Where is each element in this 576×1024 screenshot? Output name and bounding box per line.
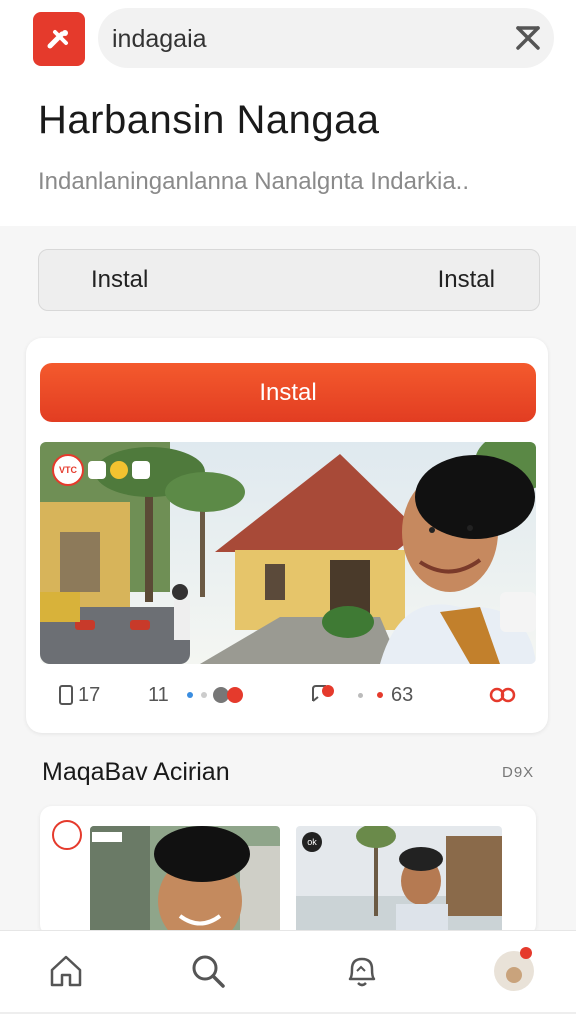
- search-icon: [192, 955, 225, 988]
- dot-indicator-icon: [200, 692, 207, 698]
- nav-home[interactable]: [44, 949, 88, 993]
- avatar: [494, 947, 534, 991]
- bell-icon: [348, 957, 376, 987]
- header: Harbansin Nangaa Indanlaninganlanna Nana…: [0, 80, 576, 226]
- recommendation-card[interactable]: ok: [40, 806, 536, 936]
- phone-icon: [59, 685, 73, 705]
- app-logo[interactable]: [33, 12, 85, 66]
- nav-notifications[interactable]: [340, 949, 384, 993]
- nav-profile[interactable]: [492, 947, 536, 993]
- clear-icon[interactable]: [512, 22, 544, 54]
- thumbnail[interactable]: [90, 826, 280, 936]
- app-card: Instal VTC 17 11 63: [26, 338, 548, 733]
- home-icon: [50, 955, 82, 987]
- dot-indicator-icon: [186, 692, 193, 698]
- comments-stat[interactable]: 63: [310, 678, 413, 712]
- likes-stat[interactable]: 11: [148, 678, 243, 712]
- shares-count: 63: [391, 683, 414, 706]
- install-button[interactable]: Instal: [40, 363, 536, 422]
- preview-image[interactable]: VTC: [40, 442, 536, 664]
- section-title: MaqaBav Acirian: [42, 758, 230, 786]
- avatar-face: [506, 967, 522, 983]
- alert-badge-icon: [226, 687, 243, 703]
- install-left-button[interactable]: Instal: [91, 250, 148, 310]
- page-subtitle: Indanlaninganlanna Nanalgnta Indarkia..: [38, 168, 470, 195]
- home-indicator: [0, 1012, 576, 1014]
- bottom-navigation: [0, 930, 576, 1024]
- photo-overlay-badges: VTC: [52, 454, 150, 486]
- thumb-label: [92, 832, 122, 842]
- install-right-button[interactable]: Instal: [438, 250, 495, 310]
- likes-count: 11: [148, 683, 169, 706]
- channel-badge: [52, 820, 82, 850]
- info-chip-icon: [88, 461, 106, 479]
- tools-icon: [47, 30, 68, 49]
- notification-dot: [520, 947, 532, 959]
- search-input[interactable]: indagaia: [112, 25, 207, 54]
- dot-indicator-icon: [377, 692, 383, 698]
- face-icon: [132, 461, 150, 479]
- thumbnail[interactable]: ok: [296, 826, 502, 936]
- stats-row: 17 11 63: [40, 678, 536, 712]
- badge-icon: ok: [302, 832, 322, 852]
- views-stat[interactable]: 17: [58, 678, 100, 712]
- search-bar[interactable]: indagaia: [98, 8, 554, 68]
- share-button[interactable]: [488, 678, 518, 712]
- emoji-icon: [110, 461, 128, 479]
- link-icon: [489, 687, 516, 703]
- comment-icon: [312, 685, 334, 702]
- page-title: Harbansin Nangaa: [38, 98, 380, 142]
- section-more-link[interactable]: D9X: [502, 764, 534, 781]
- dot-indicator-icon: [358, 692, 363, 698]
- channel-badge: VTC: [52, 454, 84, 486]
- nav-search[interactable]: [186, 949, 230, 993]
- install-options-bar: Instal Instal: [38, 249, 540, 311]
- top-bar: indagaia: [0, 0, 576, 80]
- views-count: 17: [78, 683, 101, 706]
